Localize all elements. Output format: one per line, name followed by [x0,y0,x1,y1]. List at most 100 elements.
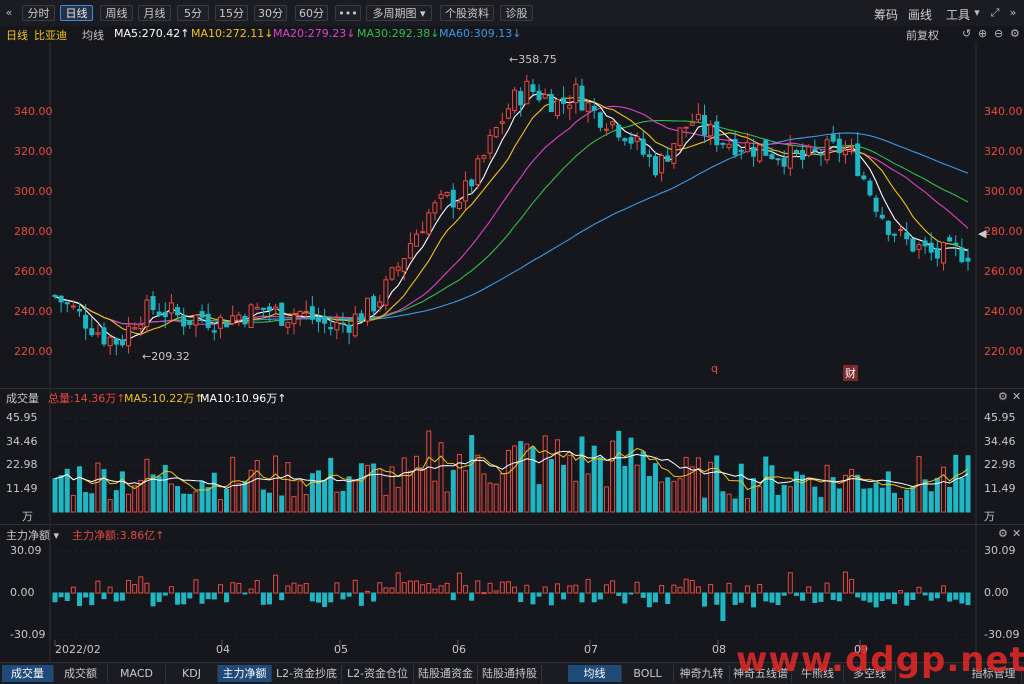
period-tab-5min[interactable]: 5分 [177,5,209,21]
fund-bar [818,592,824,602]
fund-tick-right: 30.09 [984,544,1016,558]
fund-bar [187,592,193,599]
candle-body [579,85,585,111]
volume-bar [744,498,750,513]
volume-bar [401,457,407,513]
fund-bar [334,582,340,594]
volume-bar [199,481,205,513]
candle-body [113,338,119,345]
fund-bar [910,592,916,600]
candle-body [175,307,181,316]
candle-body [591,105,597,111]
volume-title[interactable]: 成交量 [6,390,39,406]
volume-bar [695,457,701,513]
fund-bar [726,582,732,594]
fund-bar [456,572,462,594]
fund-settings-icon[interactable]: ⚙ [998,527,1008,540]
fund-bar [524,584,530,594]
tab-kdj[interactable]: KDJ [166,665,218,682]
tab-hk-connect-fund[interactable]: 陆股通资金 [414,665,478,682]
zoom-in-icon[interactable]: ⊕ [978,27,987,40]
tab-main-fund[interactable]: 主力净额 [218,665,272,682]
candle-body [904,232,910,240]
volume-bar [156,476,162,513]
candle-body [689,122,695,126]
volume-bar [450,469,456,513]
period-tab-monthly[interactable]: 月线 [138,5,171,21]
fund-bar [438,585,444,594]
fund-bar [175,592,181,605]
zoom-out-icon[interactable]: ⊖ [994,27,1003,40]
volume-total: 总量:14.36万↑ [48,392,126,405]
volume-bar [898,498,904,513]
diagnose-button[interactable]: 诊股 [500,5,533,21]
fund-close-icon[interactable]: ✕ [1012,527,1021,540]
tab-macd[interactable]: MACD [108,665,166,682]
event-marker-q[interactable]: q [711,362,718,375]
period-tab-daily[interactable]: 日线 [60,5,93,21]
volume-bar [217,499,223,513]
adjust-mode[interactable]: 前复权 [906,27,939,43]
ma-label[interactable]: 均线 [82,27,104,43]
fund-bar [861,592,867,601]
refresh-icon[interactable]: ↺ [962,27,971,40]
volume-bar [928,491,934,513]
volume-bar [787,486,793,513]
fund-bar [640,592,646,598]
volume-bar [554,439,560,513]
fullscreen-icon[interactable]: ⤢ [988,6,1002,20]
tab-ma[interactable]: 均线 [568,665,622,682]
financial-report-marker[interactable]: 财 [843,365,858,381]
period-tab-weekly[interactable]: 周线 [100,5,133,21]
more-periods-button[interactable]: ••• [335,5,361,21]
collapse-icon[interactable]: « [2,6,16,20]
stock-profile-button[interactable]: 个股资料 [440,5,494,21]
tools-button[interactable]: 工具 [946,6,970,23]
tab-volume[interactable]: 成交量 [2,665,54,682]
fund-bar [481,592,487,595]
tools-chevron-icon[interactable]: ▾ [970,6,984,20]
multi-period-dropdown[interactable]: 多周期图 ▾ [366,5,432,21]
fund-bar [916,586,922,594]
tab-hk-connect-holding[interactable]: 陆股通持股 [478,665,542,682]
candle-body [646,154,652,158]
volume-bar [297,480,303,513]
chips-button[interactable]: 筹码 [874,6,898,23]
volume-bar [683,456,689,513]
fund-bar [119,592,125,601]
expand-icon[interactable]: » [1006,6,1020,20]
multi-period-label: 多周期图 [372,7,417,20]
candle-body [536,90,542,101]
fund-bar [567,585,573,594]
tab-magic-nine[interactable]: 神奇九转 [674,665,730,682]
volume-bar [279,495,285,513]
fund-bar [266,592,272,605]
volume-close-icon[interactable]: ✕ [1012,390,1021,403]
candle-body [162,312,168,318]
fund-bar [401,582,407,594]
period-tab-30min[interactable]: 30分 [254,5,287,21]
fund-bar [365,590,371,594]
candle-body [242,315,248,325]
tab-l2-position[interactable]: L2-资金仓位 [342,665,414,682]
tab-turnover[interactable]: 成交额 [54,665,108,682]
settings-icon[interactable]: ⚙ [1010,27,1020,40]
candle-body [652,156,658,176]
volume-bar [585,473,591,513]
volume-bar [530,446,536,513]
candle-body [640,138,646,155]
volume-settings-icon[interactable]: ⚙ [998,390,1008,403]
volume-bar [665,477,671,513]
draw-line-button[interactable]: 画线 [908,6,932,23]
candle-body [52,294,58,297]
period-tab-60min[interactable]: 60分 [295,5,328,21]
period-tab-15min[interactable]: 15分 [215,5,248,21]
period-tab-intraday[interactable]: 分时 [22,5,55,21]
tab-l2-bottom[interactable]: L2-资金抄底 [272,665,342,682]
fund-bar [536,592,542,597]
fund-title-dropdown[interactable]: 主力净额 ▾ [6,527,59,543]
volume-bar [273,455,279,513]
tab-boll[interactable]: BOLL [622,665,674,682]
fund-bar [205,592,211,600]
fund-bar [855,592,861,598]
